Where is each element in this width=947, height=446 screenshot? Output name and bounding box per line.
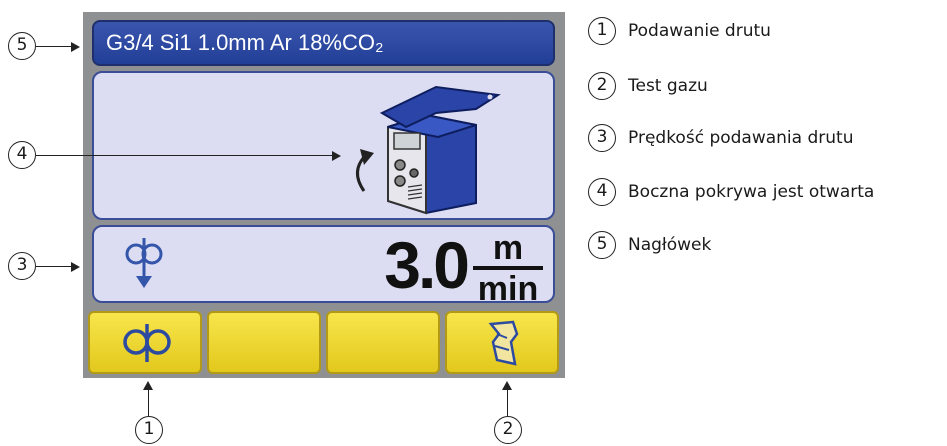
callout-2-line: [507, 390, 508, 416]
callout-3: 3: [8, 252, 36, 280]
callout-5: 5: [8, 32, 36, 60]
open-side-cover-icon: [356, 85, 501, 215]
device-display: G3/4 Si1 1.0mm Ar 18%CO₂ 3.0 m min: [83, 12, 565, 378]
legend-number: 1: [588, 17, 616, 45]
callout-3-line: [36, 266, 72, 267]
legend-number: 2: [588, 72, 616, 100]
legend-text: Test gazu: [628, 76, 708, 96]
callout-4: 4: [8, 141, 36, 169]
header-bar: G3/4 Si1 1.0mm Ar 18%CO₂: [92, 20, 555, 66]
legend-number: 5: [588, 231, 616, 259]
callout-4-line: [36, 155, 333, 156]
legend-text: Boczna pokrywa jest otwarta: [628, 182, 875, 202]
unit-denominator: min: [477, 270, 539, 308]
callout-3-arrowhead: [71, 262, 80, 272]
wire-feed-icon: [123, 324, 171, 362]
legend-text: Nagłówek: [628, 235, 712, 255]
legend-number: 4: [588, 178, 616, 206]
softkey-3[interactable]: [326, 311, 440, 374]
wire-speed-value: 3.0: [384, 228, 470, 302]
callout-1-arrowhead: [143, 381, 153, 390]
wire-feed-speed-icon: [125, 238, 163, 288]
callout-1-line: [148, 390, 149, 416]
legend-number: 3: [588, 124, 616, 152]
softkey-2[interactable]: [207, 311, 321, 374]
callout-5-arrowhead: [71, 42, 80, 52]
gas-test-icon: [488, 320, 519, 366]
callout-4-arrowhead: [332, 151, 341, 161]
legend-text: Prędkość podawania drutu: [628, 128, 854, 148]
status-panel: [92, 71, 555, 220]
callout-5-line: [36, 46, 72, 47]
speed-unit: m min: [471, 229, 545, 308]
legend-text: Podawanie drutu: [628, 21, 771, 41]
header-text: G3/4 Si1 1.0mm Ar 18%CO₂: [106, 30, 384, 55]
gas-test-softkey[interactable]: [445, 311, 559, 374]
wire-speed-panel: 3.0 m min: [92, 225, 555, 308]
wire-feed-softkey[interactable]: [88, 311, 202, 374]
callout-2: 2: [494, 416, 522, 444]
unit-numerator: m: [492, 229, 524, 267]
callout-1: 1: [135, 416, 163, 444]
softkey-bar: [88, 311, 560, 374]
callout-2-arrowhead: [502, 381, 512, 390]
